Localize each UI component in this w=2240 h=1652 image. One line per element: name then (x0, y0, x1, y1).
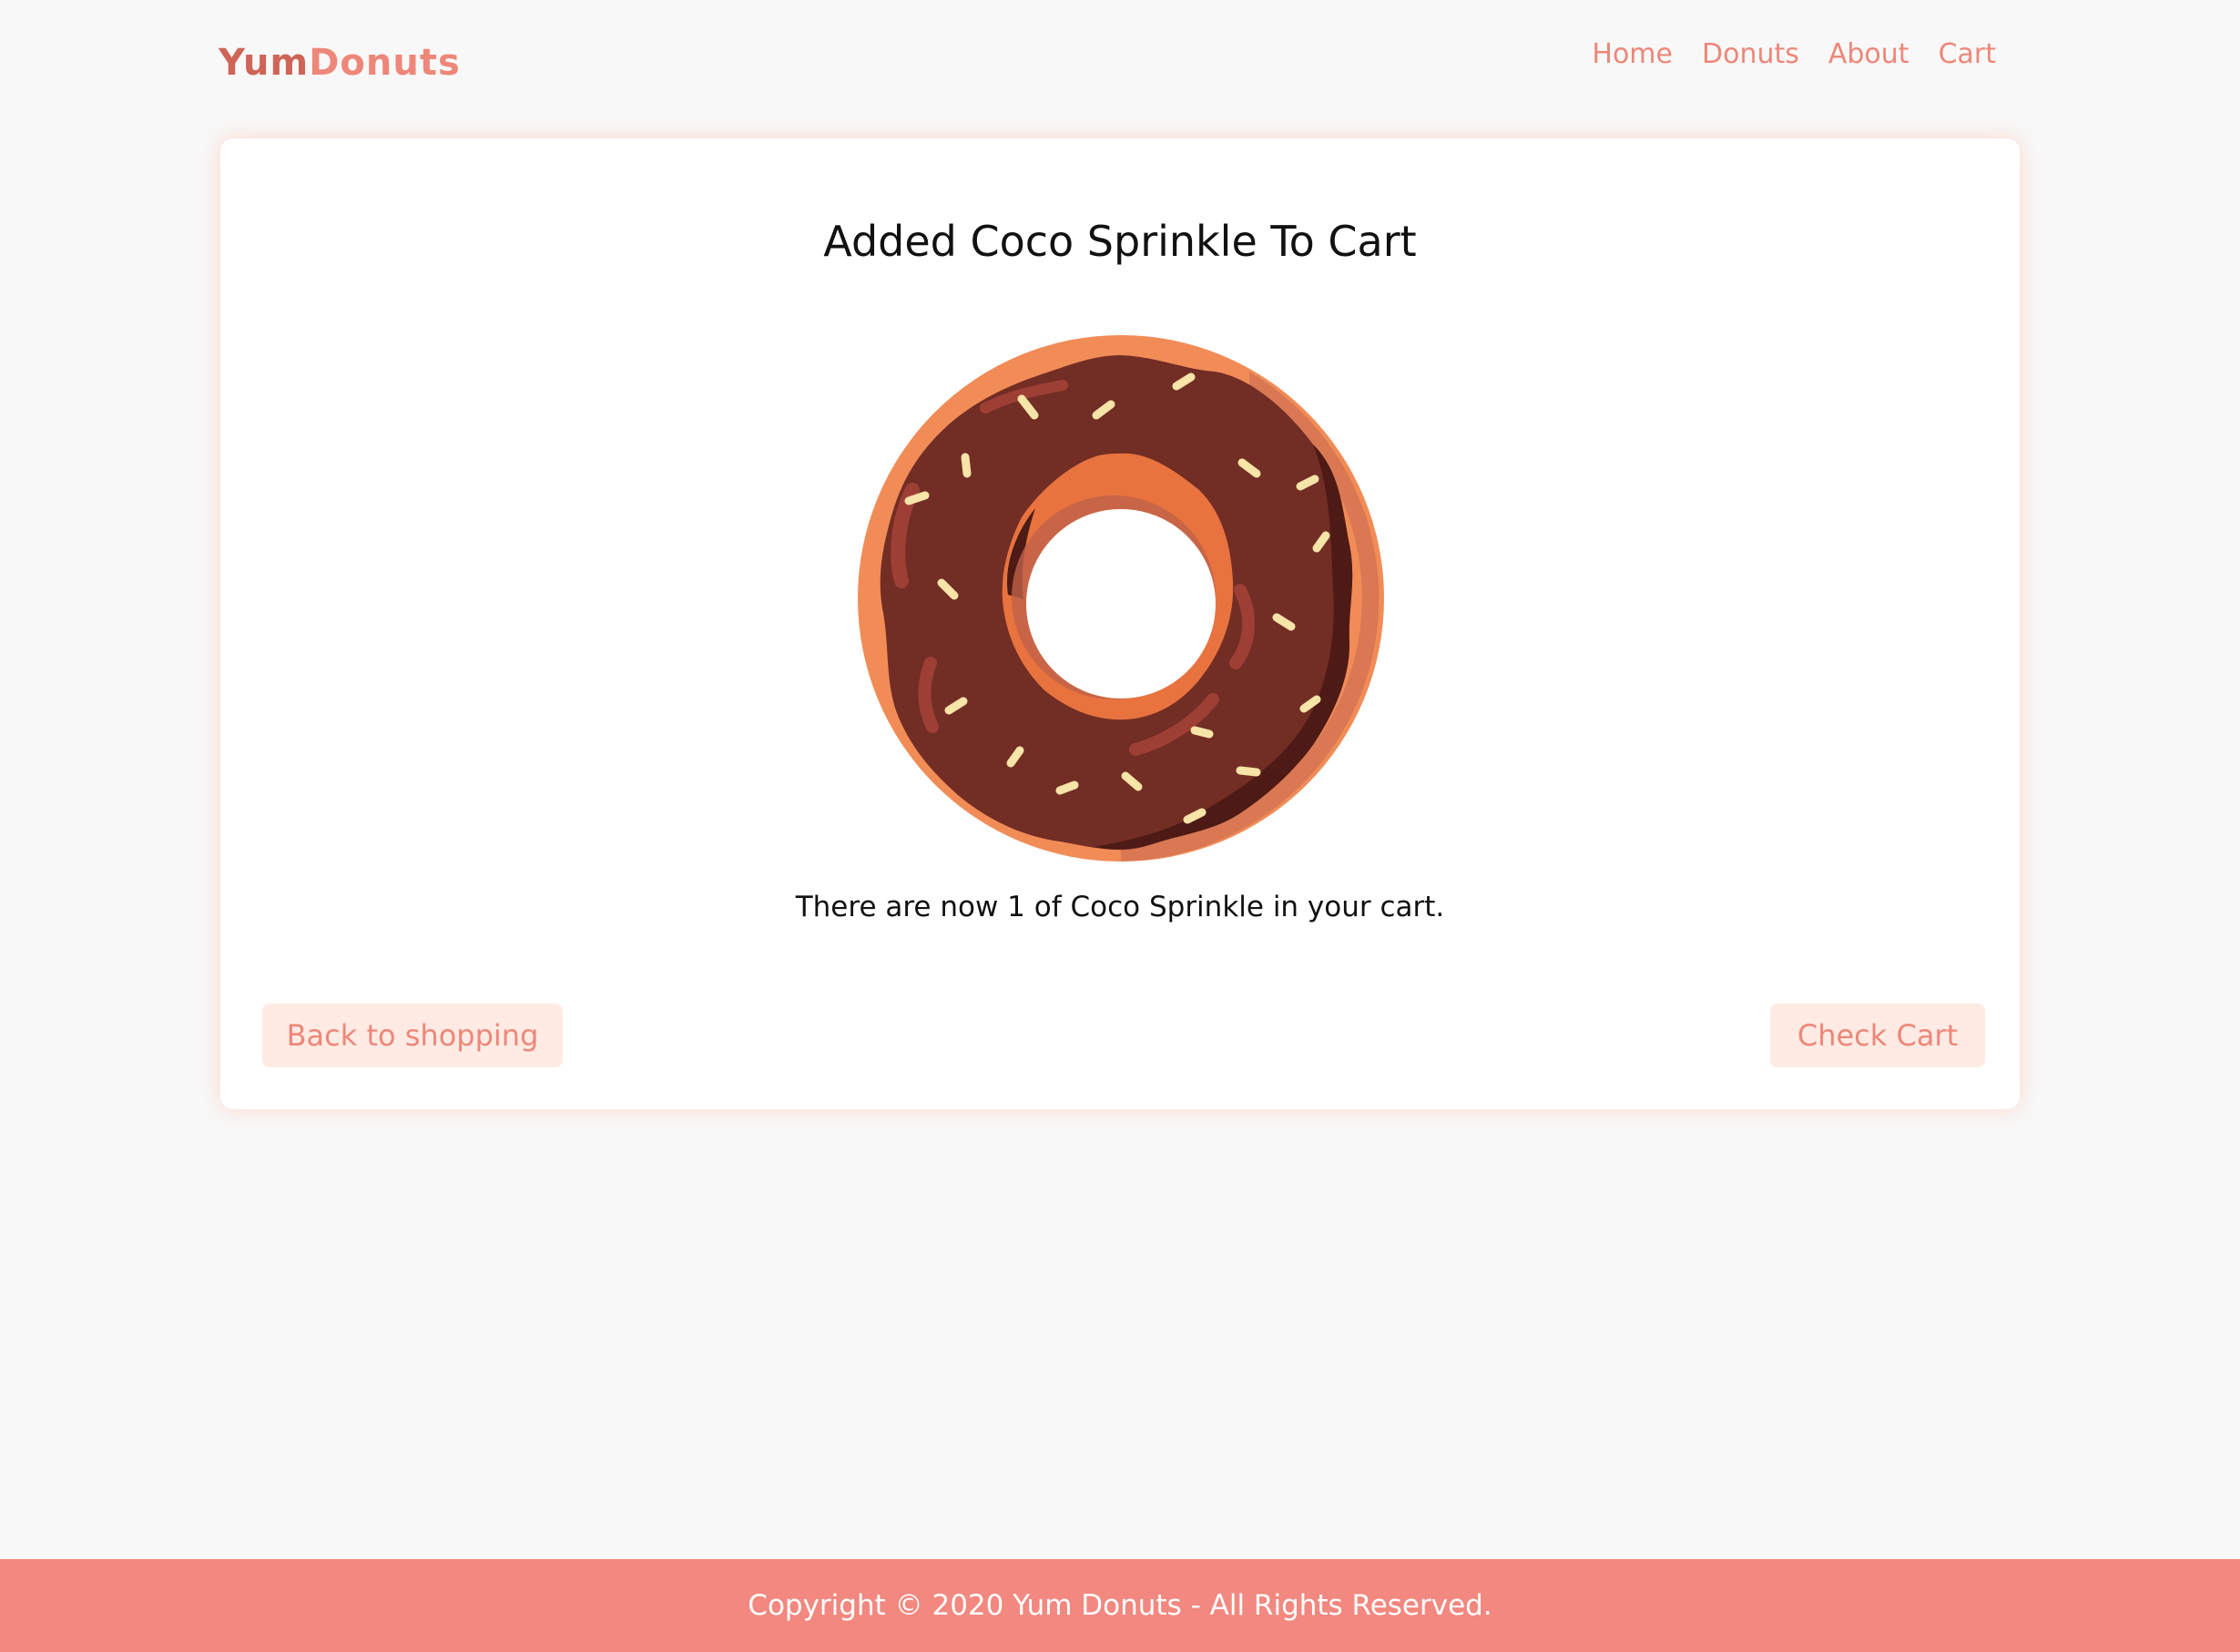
nav-about[interactable]: About (1828, 38, 1909, 70)
logo-donuts: Donuts (309, 42, 461, 84)
site-footer: Copyright © 2020 Yum Donuts - All Rights… (0, 1559, 2240, 1652)
nav-donuts[interactable]: Donuts (1702, 38, 1799, 70)
added-to-cart-card: Added Coco Sprinkle To Cart There are no… (220, 138, 2020, 1109)
main-nav: Home Donuts About Cart (1592, 38, 1996, 70)
copyright-text: Copyright © 2020 Yum Donuts - All Rights… (748, 1589, 1492, 1622)
check-cart-button[interactable]: Check Cart (1770, 1004, 1985, 1067)
page-title: Added Coco Sprinkle To Cart (823, 217, 1417, 266)
nav-home[interactable]: Home (1592, 38, 1673, 70)
site-logo[interactable]: YumDonuts (219, 42, 461, 84)
cart-message: There are now 1 of Coco Sprinkle in your… (795, 891, 1445, 923)
nav-cart[interactable]: Cart (1939, 38, 1996, 70)
site-header: YumDonuts Home Donuts About Cart (0, 0, 2240, 127)
logo-yum: Yum (219, 42, 310, 84)
donut-hole (1026, 509, 1216, 699)
back-to-shopping-button[interactable]: Back to shopping (262, 1004, 563, 1067)
donut-image (858, 335, 1384, 862)
